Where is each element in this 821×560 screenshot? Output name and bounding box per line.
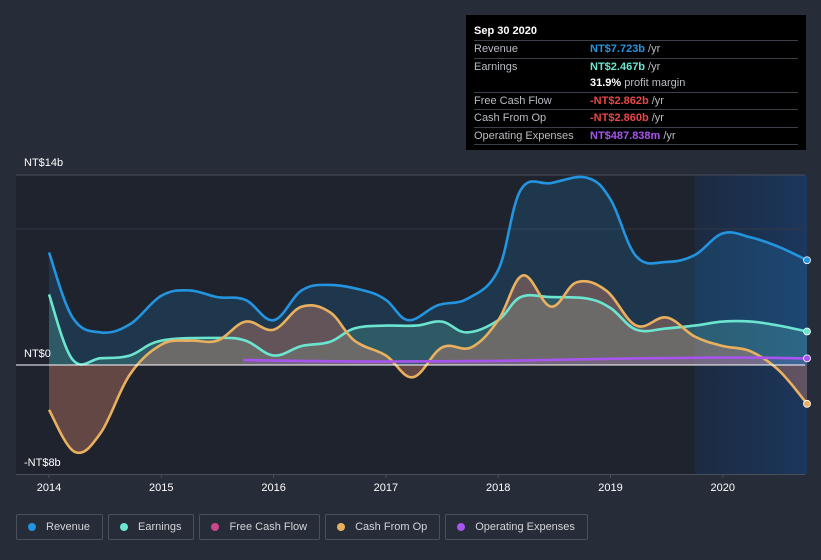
earnings-dot-icon (120, 523, 129, 531)
revenue-dot-icon (28, 523, 36, 531)
tooltip-row-revenue: Revenue NT$7.723b /yr (474, 41, 798, 59)
earnings-endpoint (803, 327, 811, 336)
legend-label: Cash From Op (355, 521, 428, 533)
revenue-endpoint (803, 256, 811, 265)
tooltip-value: -NT$2.862b (590, 94, 649, 107)
tooltip-unit: /yr (663, 129, 676, 142)
legend-label: Revenue (46, 521, 91, 533)
legend-label: Operating Expenses (475, 521, 575, 533)
tooltip-row-earnings: Earnings NT$2.467b /yr (474, 59, 798, 76)
tooltip-label (474, 75, 590, 92)
tooltip-value: NT$487.838m (590, 129, 661, 142)
tooltip-value: NT$7.723b (590, 43, 646, 55)
tooltip-unit: /yr (651, 94, 664, 107)
x-tick-label-2018: 2018 (486, 482, 510, 494)
legend-item-operating-expenses[interactable]: Operating Expenses (445, 514, 588, 540)
y-label-zero: NT$0 (24, 348, 51, 360)
x-tick-label-2015: 2015 (149, 482, 173, 494)
tooltip-row-cfo: Cash From Op -NT$2.860b /yr (474, 110, 798, 128)
tooltip-row-margin: 31.9% profit margin (474, 75, 798, 93)
legend-item-free-cash-flow[interactable]: Free Cash Flow (199, 514, 321, 540)
tooltip-unit: profit margin (624, 77, 686, 89)
operating-expenses-endpoint (803, 354, 811, 363)
tooltip-date: Sep 30 2020 (474, 23, 798, 41)
legend-item-earnings[interactable]: Earnings (108, 514, 195, 540)
tooltip-row-opex: Operating Expenses NT$487.838m /yr (474, 128, 798, 145)
x-tick-label-2016: 2016 (261, 482, 285, 494)
y-label-top: NT$14b (24, 157, 63, 169)
cash-from-op-endpoint (803, 399, 811, 408)
tooltip-value: NT$2.467b (590, 60, 646, 73)
tooltip-row-fcf: Free Cash Flow -NT$2.862b /yr (474, 93, 798, 110)
x-tick-label-2019: 2019 (598, 482, 622, 494)
legend-label: Free Cash Flow (229, 521, 308, 533)
x-tick-label-2014: 2014 (37, 482, 61, 494)
tooltip-label: Free Cash Flow (474, 94, 552, 107)
tooltip-unit: /yr (651, 112, 664, 124)
x-tick-label-2017: 2017 (374, 482, 398, 494)
tooltip-panel: Sep 30 2020 Revenue NT$7.723b /yr Earnin… (466, 15, 806, 150)
tooltip-unit: /yr (648, 60, 661, 73)
tooltip-label: Revenue (474, 43, 519, 55)
tooltip-value: 31.9% (590, 77, 622, 89)
operating-expenses-dot-icon (457, 523, 466, 531)
tooltip-value: -NT$2.860b (590, 112, 649, 124)
tooltip-label: Cash From Op (474, 112, 547, 124)
legend-item-revenue[interactable]: Revenue (16, 514, 104, 540)
x-tick-label-2020: 2020 (711, 482, 735, 494)
free-cash-flow-dot-icon (211, 523, 220, 531)
legend: Revenue Earnings Free Cash Flow Cash Fro… (16, 514, 588, 540)
legend-item-cash-from-op[interactable]: Cash From Op (325, 514, 441, 540)
tooltip-unit: /yr (648, 43, 661, 55)
y-label-bottom: -NT$8b (24, 457, 61, 469)
cash-from-op-dot-icon (337, 523, 346, 531)
tooltip-label: Earnings (474, 60, 518, 73)
tooltip-label: Operating Expenses (474, 129, 574, 142)
legend-label: Earnings (138, 521, 182, 533)
